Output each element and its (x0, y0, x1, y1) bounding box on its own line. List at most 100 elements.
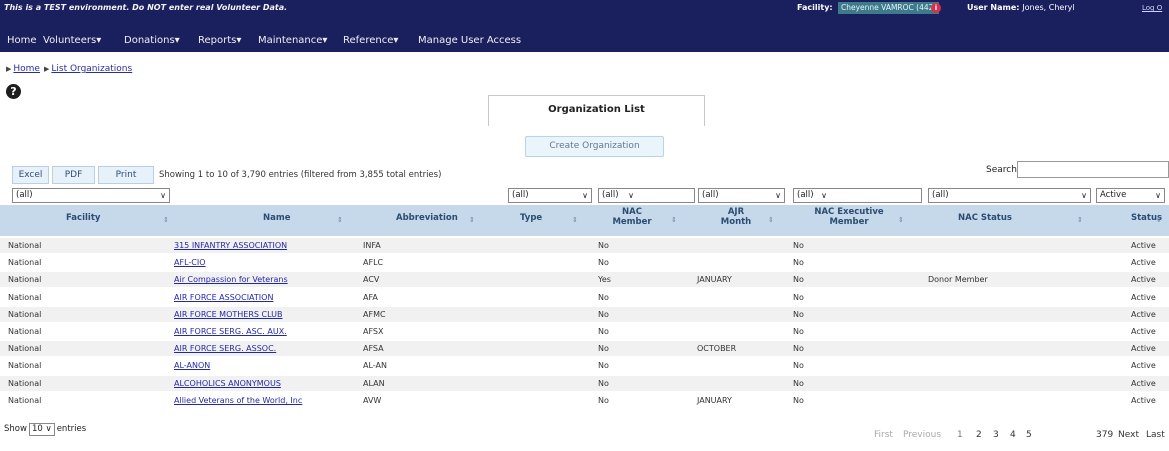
ajr-month-filter[interactable]: (all) ∨ (698, 188, 785, 203)
export-pdf-button[interactable]: PDF (52, 166, 95, 184)
page-length-select[interactable]: 10 ∨ (28, 423, 55, 436)
column-header-name[interactable]: Name (263, 213, 290, 223)
nav-reports[interactable]: Reports▾ (198, 35, 241, 46)
column-header-nac-executive-member[interactable]: NAC Executive Member (806, 207, 892, 227)
cell-nac-member: No (598, 327, 609, 336)
cell-name[interactable]: ALCOHOLICS ANONYMOUS (174, 379, 281, 388)
cell-nac-member: No (598, 344, 609, 354)
chevron-down-icon: ∨ (45, 424, 52, 434)
cell-name[interactable]: Air Compassion for Veterans (174, 275, 288, 284)
nav-reference-label: Reference (343, 35, 394, 46)
cell-name[interactable]: AFL-CIO (174, 258, 206, 267)
logout-link[interactable]: Log O (1142, 4, 1162, 12)
cell-status: Active (1131, 378, 1156, 388)
nac-member-filter[interactable]: (all) ∨ (598, 188, 695, 203)
cell-ajr-month: JANUARY (697, 395, 732, 405)
pager-next[interactable]: Next (1118, 430, 1139, 440)
type-filter[interactable]: (all) ∨ (508, 188, 592, 203)
export-excel-button[interactable]: Excel (12, 166, 49, 184)
nav-reports-label: Reports (198, 35, 237, 46)
cell-facility: National (8, 395, 42, 405)
cell-facility: National (8, 344, 42, 354)
table-row: National ALCOHOLICS ANONYMOUS ALAN No No Acti… (0, 375, 1169, 391)
nav-maintenance-label: Maintenance (258, 35, 323, 46)
cell-name[interactable]: AIR FORCE ASSOCIATION (174, 293, 273, 302)
pager-page-3[interactable]: 3 (993, 430, 999, 440)
cell-ajr-month: OCTOBER (697, 344, 737, 354)
nac-member-filter-value: (all) (602, 190, 619, 200)
facility-info-icon[interactable]: i (931, 3, 941, 13)
cell-name[interactable]: AIR FORCE SERG. ASSOC. (174, 344, 276, 353)
pager-page-1[interactable]: 1 (957, 430, 963, 440)
cell-name[interactable]: AL-ANON (174, 361, 210, 370)
table-row: National AIR FORCE ASSOCIATION AFA No No Acti… (0, 289, 1169, 305)
ajr-month-filter-value: (all) (702, 190, 719, 200)
status-filter[interactable]: Active ∨ (1096, 188, 1165, 203)
cell-nac-member: No (598, 309, 609, 319)
column-header-nac-status[interactable]: NAC Status (958, 213, 1012, 223)
print-button[interactable]: Print (98, 166, 154, 184)
nac-status-filter[interactable]: (all) ∨ (928, 188, 1091, 203)
nav-volunteers-label: Volunteers (43, 35, 97, 46)
pager-last-page[interactable]: 379 (1096, 430, 1113, 440)
cell-nac-executive-member: No (793, 327, 804, 336)
cell-name[interactable]: 315 INFANTRY ASSOCIATION (174, 241, 287, 250)
cell-nac-executive-member: No (793, 258, 804, 268)
cell-abbreviation: ALAN (363, 378, 385, 388)
cell-name[interactable]: AIR FORCE SERG. ASC. AUX. (174, 327, 287, 336)
cell-name[interactable]: AIR FORCE MOTHERS CLUB (174, 310, 283, 319)
nav-home[interactable]: Home (7, 35, 37, 46)
nav-maintenance[interactable]: Maintenance▾ (258, 35, 327, 46)
chevron-down-icon: ∨ (775, 191, 781, 200)
column-header-abbreviation[interactable]: Abbreviation (396, 213, 458, 223)
breadcrumb-arrow-icon: ▶ (6, 65, 12, 73)
cell-status: Active (1131, 292, 1156, 302)
cell-status: Active (1131, 361, 1156, 371)
sort-icon: ⇕ (163, 216, 169, 224)
sort-icon: ⇕ (1156, 216, 1162, 224)
create-organization-button[interactable]: Create Organization (525, 136, 664, 157)
cell-nac-executive-member: No (793, 292, 804, 302)
column-header-facility[interactable]: Facility (66, 213, 100, 223)
nav-volunteers[interactable]: Volunteers▾ (43, 35, 101, 46)
cell-nac-member: No (598, 395, 609, 405)
breadcrumb-list-organizations[interactable]: List Organizations (51, 64, 132, 74)
nav-reference[interactable]: Reference▾ (343, 35, 398, 46)
cell-abbreviation: AVW (363, 395, 382, 405)
help-icon[interactable]: ? (6, 84, 21, 99)
column-header-nac-member[interactable]: NAC Member (608, 207, 656, 227)
cell-facility: National (8, 241, 42, 250)
page-length-value: 10 (31, 424, 43, 434)
cell-nac-executive-member: No (793, 395, 804, 405)
pager-page-4[interactable]: 4 (1010, 430, 1016, 440)
facility-selector[interactable]: Cheyenne VAMROC (442) (838, 2, 940, 14)
chevron-down-icon: ▾ (236, 35, 242, 46)
nav-manage-user-access[interactable]: Manage User Access (418, 35, 521, 46)
search-input[interactable] (1017, 161, 1169, 178)
nac-executive-filter[interactable]: (all) ∨ (793, 188, 922, 203)
cell-nac-member: No (598, 258, 609, 268)
pager-previous[interactable]: Previous (903, 430, 941, 440)
pager-page-2[interactable]: 2 (976, 430, 982, 440)
cell-name[interactable]: Allied Veterans of the World, Inc (174, 396, 302, 405)
table-row: National AFL-CIO AFLC No No Active (0, 255, 1169, 271)
cell-nac-executive-member: No (793, 309, 804, 319)
cell-abbreviation: ACV (363, 275, 380, 285)
page-length-control: Show 10 ∨ entries (4, 423, 86, 436)
chevron-down-icon: ▾ (96, 35, 102, 46)
breadcrumb-home[interactable]: Home (13, 64, 40, 74)
entries-label: entries (56, 424, 87, 434)
search-label: Search: (986, 165, 1020, 175)
column-header-type[interactable]: Type (520, 213, 542, 223)
pager-last[interactable]: Last (1146, 430, 1165, 440)
cell-abbreviation: AFA (363, 292, 378, 302)
facility-filter[interactable]: (all) ∨ (12, 188, 170, 203)
column-header-ajr-month[interactable]: AJR Month (718, 207, 754, 227)
pager-first[interactable]: First (874, 430, 893, 440)
cell-nac-member: No (598, 361, 609, 371)
chevron-down-icon: ∨ (628, 191, 634, 200)
chevron-down-icon: ∨ (160, 191, 166, 200)
cell-status: Active (1131, 258, 1156, 268)
nav-donations[interactable]: Donations▾ (124, 35, 180, 46)
pager-page-5[interactable]: 5 (1026, 430, 1032, 440)
